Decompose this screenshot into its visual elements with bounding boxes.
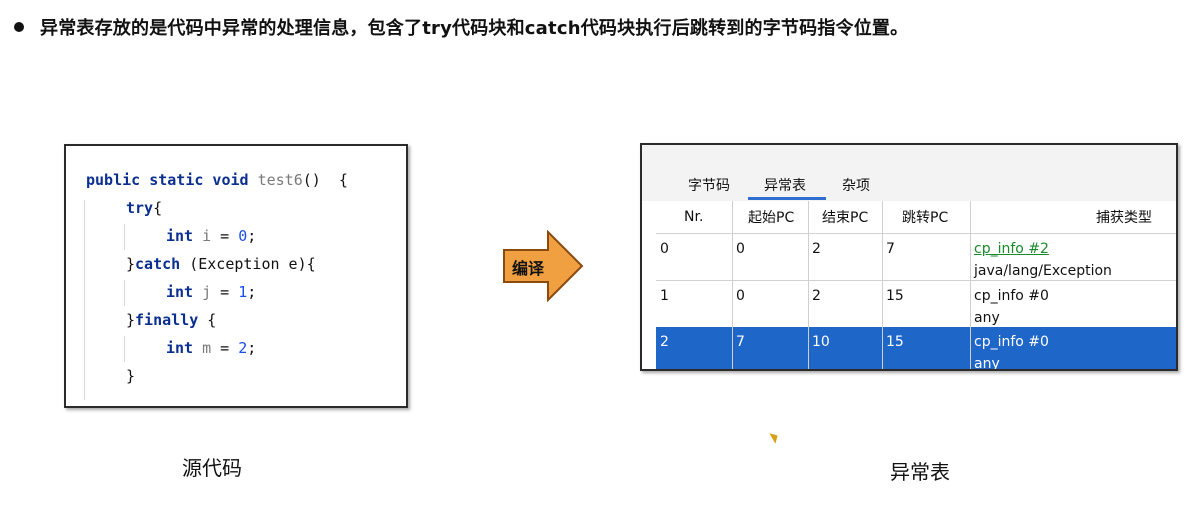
code-text: = (211, 227, 239, 245)
cp-info-link[interactable]: cp_info #2 (974, 241, 1049, 257)
code-keyword: int (166, 227, 203, 245)
code-text: } (126, 367, 136, 385)
code-text: { (153, 199, 163, 217)
indent-guide (124, 224, 125, 250)
headline: 异常表存放的是代码中异常的处理信息，包含了try代码块和catch代码块执行后跳… (14, 14, 1184, 40)
table-row[interactable]: 0 0 2 7 cp_info #2 java/lang/Exception (656, 234, 1176, 280)
code-text: } (126, 311, 136, 329)
cell-nr: 0 (660, 241, 669, 257)
cp-info-ref: cp_info #0 (974, 334, 1049, 350)
code-line-3: int i = 0; (166, 226, 256, 246)
cell-nr: 1 (660, 288, 669, 304)
active-tab-indicator (748, 197, 826, 200)
code-keyword: catch (135, 255, 181, 273)
header-nr[interactable]: Nr. (684, 201, 703, 233)
code-line-7: int m = 2; (166, 338, 256, 358)
column-divider (970, 201, 971, 369)
catch-type-name: java/lang/Exception (974, 263, 1112, 279)
cell-catch-type: cp_info #0 any (974, 331, 1049, 371)
header-start-pc[interactable]: 起始PC (748, 201, 794, 233)
cell-catch-type: cp_info #2 java/lang/Exception (974, 238, 1112, 282)
code-text: () { (302, 171, 348, 189)
code-number: 0 (238, 227, 248, 245)
catch-type-name: any (974, 356, 1000, 371)
indent-guide (124, 336, 125, 362)
code-line-6: }finally { (126, 310, 216, 330)
code-variable: m (202, 339, 212, 357)
mouse-cursor-icon (769, 430, 781, 444)
cell-end-pc: 2 (812, 288, 821, 304)
tab-bar: 字节码 异常表 杂项 (642, 145, 1176, 201)
cell-nr: 2 (660, 334, 669, 350)
code-keyword: int (166, 339, 203, 357)
column-divider (808, 201, 809, 369)
code-keyword: public static void (86, 171, 258, 189)
column-divider (882, 201, 883, 369)
tab-bytecode[interactable]: 字节码 (688, 175, 730, 195)
code-variable: j (202, 283, 212, 301)
cell-start-pc: 0 (736, 241, 745, 257)
code-text: } (126, 255, 136, 273)
source-code-panel: public static void test6() { try{ int i … (64, 144, 408, 408)
table-row-selected[interactable]: 2 7 10 15 cp_info #0 any (656, 327, 1176, 371)
cell-end-pc: 10 (812, 334, 830, 350)
code-text: { (198, 311, 217, 329)
table-row[interactable]: 1 0 2 15 cp_info #0 any (656, 281, 1176, 327)
bullet-dot (14, 22, 24, 32)
code-text: ; (247, 227, 257, 245)
column-divider (732, 201, 733, 369)
catch-type-name: any (974, 310, 1000, 326)
code-keyword: try (126, 199, 154, 217)
cp-info-ref: cp_info #0 (974, 288, 1049, 304)
code-line-5: int j = 1; (166, 282, 256, 302)
code-line-2: try{ (126, 198, 162, 218)
code-text: ; (247, 283, 257, 301)
header-end-pc[interactable]: 结束PC (822, 201, 868, 233)
header-catch-type[interactable]: 捕获类型 (1096, 201, 1152, 233)
compile-label: 编译 (512, 259, 545, 278)
code-line-8: } (126, 366, 135, 386)
header-handler-pc[interactable]: 跳转PC (902, 201, 948, 233)
cell-end-pc: 2 (812, 241, 821, 257)
code-method-name: test6 (257, 171, 303, 189)
indent-guide (124, 280, 125, 306)
code-line-1: public static void test6() { (86, 170, 348, 190)
code-line-4: }catch (Exception e){ (126, 254, 316, 274)
indent-guide (84, 200, 85, 400)
cell-handler-pc: 7 (886, 241, 895, 257)
exception-table-panel: 字节码 异常表 杂项 Nr. 起始PC 结束PC 跳转PC 捕获类型 0 0 2… (640, 143, 1178, 371)
cell-catch-type: cp_info #0 any (974, 285, 1049, 329)
code-number: 2 (238, 339, 248, 357)
exception-table-caption: 异常表 (890, 460, 950, 484)
source-code-caption: 源代码 (182, 456, 242, 480)
code-variable: i (202, 227, 212, 245)
code-keyword: finally (135, 311, 199, 329)
code-text: ; (247, 339, 257, 357)
cell-start-pc: 7 (736, 334, 745, 350)
code-text: = (211, 283, 239, 301)
tab-misc[interactable]: 杂项 (842, 175, 870, 195)
cell-handler-pc: 15 (886, 288, 904, 304)
code-number: 1 (238, 283, 248, 301)
cell-start-pc: 0 (736, 288, 745, 304)
tab-exception-table[interactable]: 异常表 (764, 175, 806, 195)
headline-text: 异常表存放的是代码中异常的处理信息，包含了try代码块和catch代码块执行后跳… (40, 18, 909, 39)
code-keyword: int (166, 283, 203, 301)
code-text: (Exception e){ (180, 255, 316, 273)
code-text: = (211, 339, 239, 357)
cell-handler-pc: 15 (886, 334, 904, 350)
